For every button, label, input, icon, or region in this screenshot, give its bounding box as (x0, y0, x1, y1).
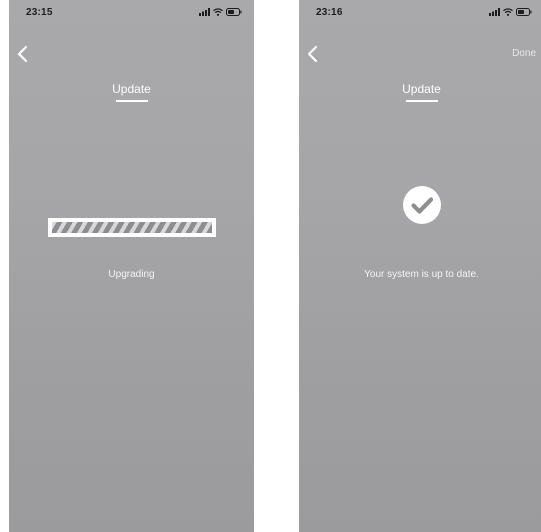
checkmark-circle-icon (402, 185, 442, 225)
chevron-left-icon (307, 45, 318, 63)
status-time: 23:16 (316, 7, 343, 18)
wifi-icon (503, 8, 513, 16)
cellular-signal-icon (199, 8, 210, 16)
update-screen-complete: 23:16 Done Update Your system is up to d… (299, 0, 541, 532)
wifi-icon (213, 8, 223, 16)
update-screen-upgrading: 23:15 Update Upgrading (9, 0, 254, 532)
page-title: Update (402, 82, 441, 96)
progress-fill (52, 222, 212, 233)
up-to-date-text: Your system is up to date. (364, 269, 479, 280)
status-bar: 23:16 (299, 0, 541, 26)
battery-icon (226, 8, 242, 16)
title-underline (405, 100, 438, 102)
status-time: 23:15 (26, 7, 53, 18)
back-button[interactable] (305, 44, 321, 64)
status-icons (199, 8, 242, 16)
done-button[interactable]: Done (512, 48, 536, 59)
status-icons (489, 8, 532, 16)
chevron-left-icon (17, 45, 28, 63)
upgrade-progress-bar (48, 218, 216, 237)
cellular-signal-icon (489, 8, 500, 16)
back-button[interactable] (15, 44, 31, 64)
status-bar: 23:15 (9, 0, 254, 26)
title-underline (115, 100, 148, 102)
progress-track (52, 222, 212, 233)
upgrade-status-text: Upgrading (108, 269, 155, 280)
battery-icon (516, 8, 532, 16)
page-title: Update (112, 82, 151, 96)
